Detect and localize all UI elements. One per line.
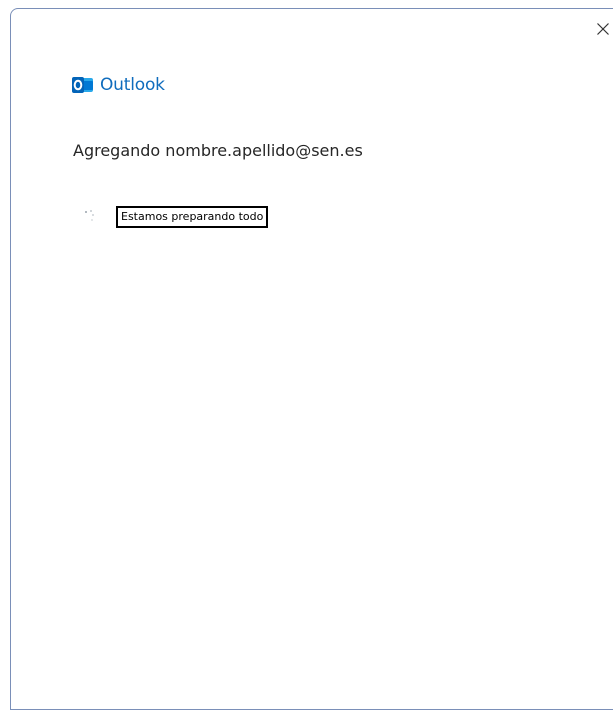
loading-spinner-icon bbox=[85, 209, 101, 225]
dialog-title: Agregando nombre.apellido@sen.es bbox=[73, 141, 363, 160]
account-setup-dialog: Outlook Agregando nombre.apellido@sen.es… bbox=[10, 8, 613, 710]
close-button[interactable] bbox=[591, 17, 613, 41]
status-text: Estamos preparando todo bbox=[116, 206, 269, 228]
app-brand: Outlook bbox=[72, 74, 165, 96]
outlook-logo-icon bbox=[72, 77, 93, 93]
close-icon bbox=[597, 23, 609, 35]
app-name: Outlook bbox=[100, 75, 165, 95]
status-row: Estamos preparando todo bbox=[85, 205, 269, 229]
